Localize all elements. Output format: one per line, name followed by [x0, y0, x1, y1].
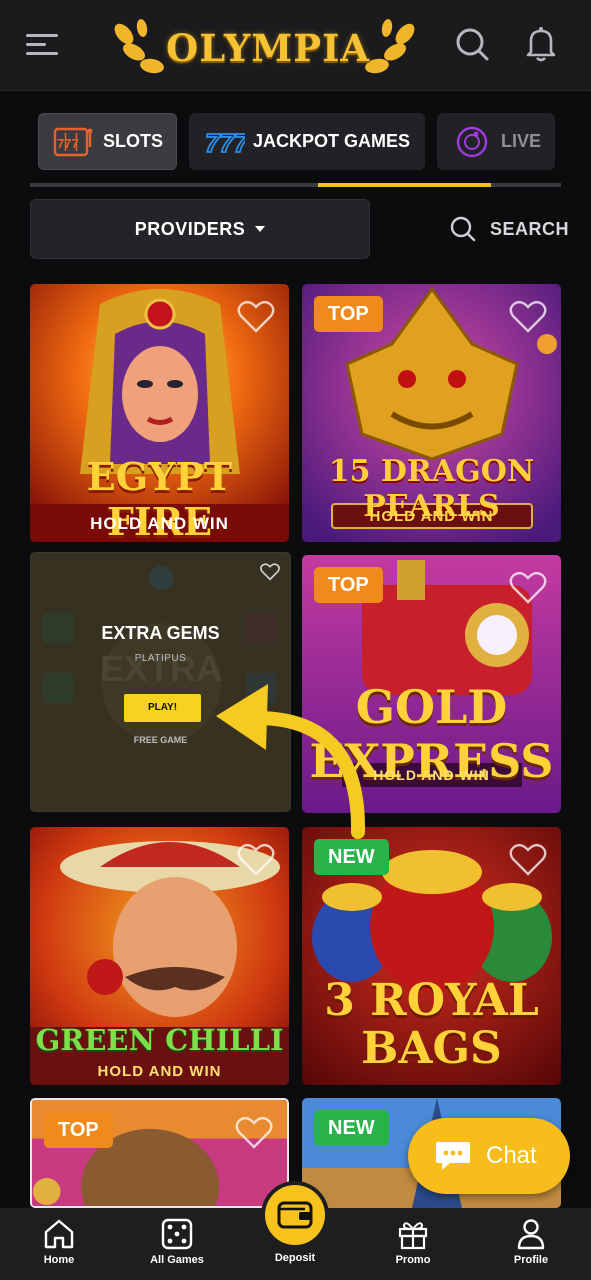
tab-label: LIVE — [501, 131, 542, 151]
game-subtitle: HOLD AND WIN — [97, 1063, 222, 1080]
favorite-heart-icon[interactable] — [260, 563, 280, 581]
nav-label: All Games — [150, 1254, 204, 1266]
badge-new: NEW — [314, 1110, 389, 1146]
logo-text: OLYMPIA — [166, 26, 371, 70]
caret-down-icon — [255, 226, 266, 232]
nav-home[interactable]: Home — [19, 1218, 99, 1266]
favorite-heart-icon[interactable] — [509, 843, 547, 877]
bell-icon[interactable] — [521, 24, 561, 64]
game-provider: PLATIPUS — [134, 653, 187, 664]
tab-live[interactable]: LIVE — [437, 113, 555, 170]
tab-slots[interactable]: 777 SLOTS — [38, 113, 177, 170]
badge-top: TOP — [314, 567, 383, 603]
tab-label: SLOTS — [103, 131, 164, 151]
nav-label: Promo — [395, 1254, 431, 1266]
jackpot-777-icon: 777 — [204, 127, 245, 159]
chat-label: Chat — [486, 1142, 537, 1169]
app-header: OLYMPIA — [0, 0, 591, 91]
wallet-icon — [277, 1201, 313, 1229]
favorite-heart-icon[interactable] — [509, 300, 547, 334]
gift-icon — [398, 1222, 428, 1250]
search-icon[interactable] — [452, 24, 492, 64]
olympia-logo[interactable]: OLYMPIA — [112, 12, 417, 78]
favorite-heart-icon[interactable] — [509, 571, 547, 605]
game-title: EXTRA GEMS — [101, 623, 220, 643]
game-subtitle: HOLD AND WIN — [369, 508, 494, 525]
play-button[interactable]: PLAY! — [124, 694, 201, 722]
nav-deposit[interactable]: Deposit — [255, 1252, 335, 1264]
game-title: 3 ROYAL BAGS — [324, 975, 539, 1074]
nav-profile[interactable]: Profile — [491, 1218, 571, 1266]
game-card-egypt-fire[interactable]: EGYPT FIRE HOLD AND WIN — [30, 284, 289, 542]
tab-jackpot-games[interactable]: 777 JACKPOT GAMES — [189, 113, 425, 170]
slot-777-icon: 777 — [53, 127, 93, 156]
game-card-green-chilli[interactable]: GREEN CHILLI HOLD AND WIN — [30, 827, 289, 1085]
nav-label: Profile — [513, 1254, 549, 1266]
game-card-15-dragon-pearls[interactable]: 15 DRAGON PEARLS HOLD AND WIN TOP — [302, 284, 561, 542]
svg-text:777: 777 — [57, 136, 79, 151]
svg-text:777: 777 — [205, 128, 245, 158]
favorite-heart-icon[interactable] — [237, 843, 275, 877]
nav-label: Deposit — [274, 1252, 316, 1264]
chat-bubble-icon — [436, 1142, 470, 1170]
game-title: GREEN CHILLI — [35, 1023, 284, 1057]
roulette-icon — [456, 126, 488, 157]
nav-promo[interactable]: Promo — [373, 1218, 453, 1266]
deposit-button[interactable] — [265, 1185, 325, 1245]
arrow-annotation-icon — [216, 684, 366, 839]
user-icon — [517, 1219, 545, 1250]
badge-top: TOP — [44, 1112, 113, 1148]
providers-label: PROVIDERS — [134, 218, 246, 239]
game-card-3-royal-bags[interactable]: 3 ROYAL BAGS NEW — [302, 827, 561, 1085]
search-label: SEARCH — [490, 218, 570, 239]
game-subtitle: HOLD AND WIN — [90, 514, 229, 533]
search-icon — [450, 216, 476, 242]
nav-all-games[interactable]: All Games — [137, 1218, 217, 1266]
chat-button[interactable]: Chat — [408, 1118, 570, 1194]
dice-icon — [161, 1218, 193, 1250]
badge-new: NEW — [314, 839, 389, 875]
favorite-heart-icon[interactable] — [237, 300, 275, 334]
hamburger-icon[interactable] — [26, 34, 60, 56]
tabs-scrollbar-thumb[interactable] — [318, 183, 491, 187]
tab-label: JACKPOT GAMES — [253, 131, 411, 151]
nav-label: Home — [43, 1254, 75, 1266]
providers-dropdown[interactable]: PROVIDERS — [30, 199, 370, 259]
game-card-buffalo[interactable]: TOP — [30, 1098, 289, 1208]
category-tabs: 777 SLOTS 777 JACKPOT GAMES LIVE — [0, 113, 591, 171]
home-icon — [44, 1219, 74, 1249]
favorite-heart-icon[interactable] — [235, 1116, 273, 1150]
search-button[interactable]: SEARCH — [450, 214, 569, 244]
badge-top: TOP — [314, 296, 383, 332]
